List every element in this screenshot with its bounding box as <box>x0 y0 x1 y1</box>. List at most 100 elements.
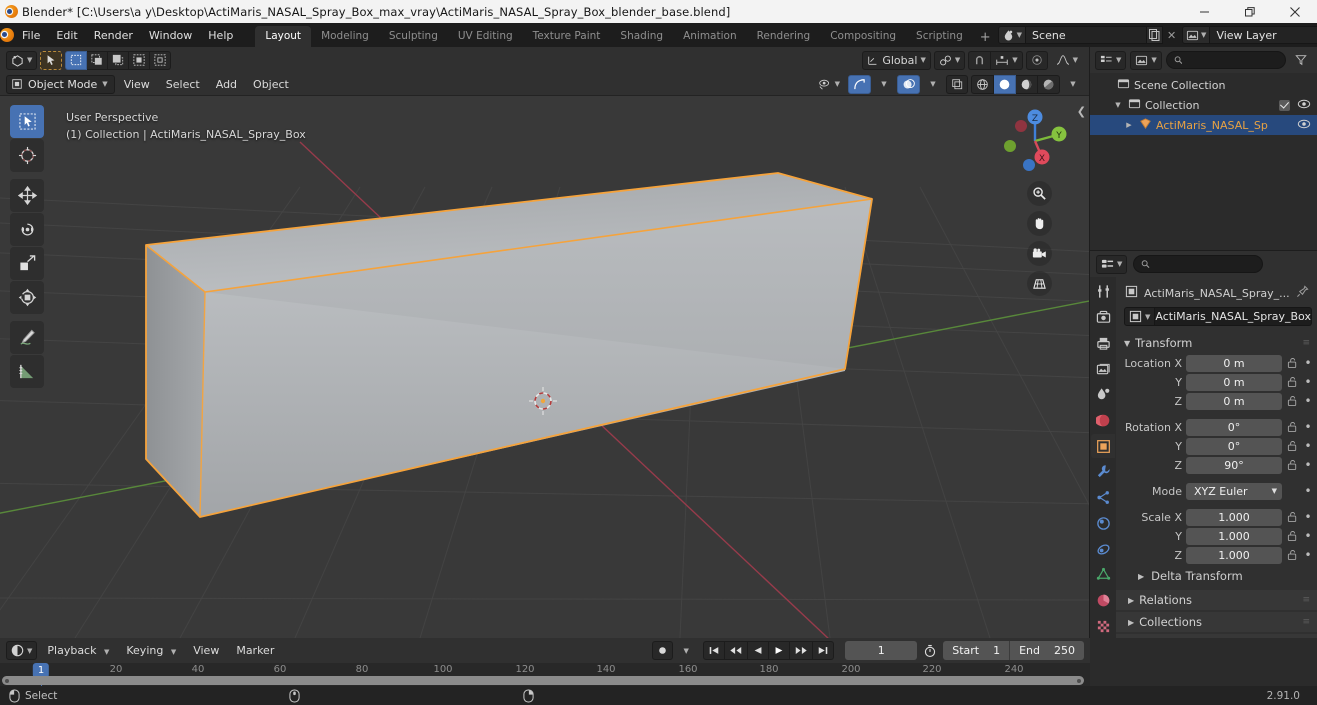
animate-dot-icon[interactable]: • <box>1303 421 1313 433</box>
current-frame-field[interactable]: 1 <box>845 641 918 660</box>
outliner-row-object[interactable]: ▶ ActiMaris_NASAL_Sp <box>1090 115 1317 135</box>
tool-scale-icon[interactable] <box>10 247 44 280</box>
texture-icon[interactable] <box>1091 614 1115 638</box>
scene-icon[interactable]: ▼ <box>997 26 1027 44</box>
output-icon[interactable] <box>1091 331 1115 355</box>
tool-transform-icon[interactable] <box>10 281 44 314</box>
shading-material-preview-icon[interactable] <box>1016 74 1038 94</box>
physics-icon[interactable] <box>1091 511 1115 535</box>
shading-wireframe-icon[interactable] <box>971 74 994 94</box>
menu-render[interactable]: Render <box>86 26 141 45</box>
tab-scripting[interactable]: Scripting <box>906 26 973 47</box>
scale-y-field[interactable]: 1.000 <box>1186 527 1282 545</box>
viewport-menu-add[interactable]: Add <box>209 76 244 93</box>
camera-view-icon[interactable] <box>1027 241 1052 266</box>
close-icon[interactable] <box>1272 0 1317 23</box>
panel-relations-header[interactable]: ▶ Relations ≡ <box>1116 590 1317 610</box>
zoom-icon[interactable] <box>1027 181 1052 206</box>
animate-dot-icon[interactable]: • <box>1303 440 1313 452</box>
tab-modeling[interactable]: Modeling <box>311 26 379 47</box>
select-invert-icon[interactable] <box>129 50 151 70</box>
lock-icon[interactable] <box>1286 459 1299 471</box>
material-icon[interactable] <box>1091 589 1115 613</box>
menu-file[interactable]: File <box>14 26 48 45</box>
proportional-editing-icon[interactable] <box>1025 50 1048 70</box>
auto-keyframe-icon[interactable] <box>652 641 674 660</box>
select-subtract-icon[interactable] <box>108 50 130 70</box>
transform-orientation-selector[interactable]: Global ▼ <box>862 50 931 70</box>
expand-triangle-icon[interactable]: ▶ <box>1123 121 1135 129</box>
view-layer-icon[interactable] <box>1091 357 1115 381</box>
timeline-editor[interactable]: ▼ Playback ▼ Keying ▼ View Marker ▼ 1 St… <box>0 638 1090 686</box>
viewport-menu-select[interactable]: Select <box>159 76 207 93</box>
outliner-filter-icon[interactable] <box>1290 51 1312 70</box>
pan-hand-icon[interactable] <box>1027 211 1052 236</box>
shading-rendered-icon[interactable] <box>1038 74 1060 94</box>
view-layer-name[interactable]: View Layer <box>1210 26 1317 44</box>
viewport-menu-object[interactable]: Object <box>246 76 296 93</box>
jump-to-end-icon[interactable] <box>813 641 835 660</box>
tab-sculpting[interactable]: Sculpting <box>379 26 448 47</box>
show-overlays-icon[interactable] <box>897 74 920 94</box>
panel-delta-transform-header[interactable]: ▶ Delta Transform <box>1116 565 1317 587</box>
tab-animation[interactable]: Animation <box>673 26 747 47</box>
modifier-icon[interactable] <box>1091 460 1115 484</box>
tool-cursor-icon[interactable] <box>10 139 44 172</box>
panel-transform-header[interactable]: ▼ Transform ≡ <box>1116 333 1317 353</box>
properties-editor[interactable]: ▼ ActiMaris_NASAL_Spray_... ▼ ActiMaris_… <box>1090 251 1317 638</box>
properties-search-input[interactable] <box>1133 255 1264 273</box>
lock-icon[interactable] <box>1286 440 1299 452</box>
tool-tweak-select-icon[interactable] <box>10 105 44 138</box>
keying-dropdown-icon[interactable]: ▼ <box>676 641 696 660</box>
timeline-menu-view[interactable]: View <box>186 642 226 659</box>
eye-icon[interactable] <box>1297 118 1311 133</box>
jump-to-start-icon[interactable] <box>703 641 726 660</box>
rotation-y-field[interactable]: 0° <box>1186 437 1282 455</box>
pin-icon[interactable] <box>1296 285 1309 301</box>
lock-icon[interactable] <box>1286 549 1299 561</box>
tool-measure-icon[interactable] <box>10 355 44 388</box>
snap-target-icon[interactable]: ▼ <box>933 50 966 70</box>
snap-magnet-icon[interactable] <box>968 50 992 70</box>
viewport-menu-view[interactable]: View <box>117 76 157 93</box>
timeline-menu-playback[interactable]: Playback ▼ <box>40 642 116 659</box>
interaction-mode-selector[interactable]: Object Mode ▼ <box>6 74 115 94</box>
toggle-perspective-icon[interactable] <box>1027 271 1052 296</box>
tab-rendering[interactable]: Rendering <box>747 26 821 47</box>
snap-increment-icon[interactable]: ▼ <box>991 50 1023 70</box>
timeline-menu-keying[interactable]: Keying ▼ <box>119 642 183 659</box>
view-layer-icon[interactable]: ▼ <box>1182 26 1211 44</box>
select-extend-icon[interactable] <box>87 50 109 70</box>
lock-icon[interactable] <box>1286 511 1299 523</box>
sidebar-collapse-icon[interactable]: ❮ <box>1077 105 1086 118</box>
editor-type-icon[interactable]: ▼ <box>6 50 38 70</box>
animate-dot-icon[interactable]: • <box>1303 549 1313 561</box>
add-workspace-button[interactable]: + <box>973 28 998 47</box>
eye-icon[interactable] <box>1297 98 1311 113</box>
timeline-menu-marker[interactable]: Marker <box>229 642 281 659</box>
new-scene-icon[interactable] <box>1146 26 1164 44</box>
blender-menu-icon[interactable] <box>0 28 14 42</box>
animate-dot-icon[interactable]: • <box>1303 485 1313 497</box>
timeline-scrollbar[interactable] <box>2 676 1084 685</box>
next-keyframe-icon[interactable] <box>790 641 814 660</box>
menu-window[interactable]: Window <box>141 26 200 45</box>
scene-name[interactable]: Scene <box>1026 26 1147 44</box>
end-frame-field[interactable]: End 250 <box>1010 641 1084 660</box>
animate-dot-icon[interactable]: • <box>1303 530 1313 542</box>
rotation-mode-select[interactable]: XYZ Euler ▼ <box>1186 482 1282 500</box>
play-icon[interactable] <box>769 641 791 660</box>
viewport-3d[interactable]: ▼ Global ▼ ▼ ▼ ▼ Object Mode ▼ View Sele… <box>0 47 1089 638</box>
scale-z-field[interactable]: 1.000 <box>1186 546 1282 564</box>
expand-triangle-icon[interactable]: ▼ <box>1112 101 1124 109</box>
animate-dot-icon[interactable]: • <box>1303 376 1313 388</box>
object-data-icon[interactable] <box>1091 563 1115 587</box>
object-name-field[interactable]: ActiMaris_NASAL_Spray_Box <box>1155 307 1312 326</box>
tool-annotate-icon[interactable] <box>10 321 44 354</box>
outliner-editor-type-icon[interactable]: ▼ <box>1095 50 1127 70</box>
gizmo-dropdown-icon[interactable]: ▼ <box>874 75 894 94</box>
menu-help[interactable]: Help <box>200 26 241 45</box>
panel-collections-header[interactable]: ▶ Collections ≡ <box>1116 612 1317 632</box>
lock-icon[interactable] <box>1286 395 1299 407</box>
overlays-dropdown-icon[interactable]: ▼ <box>923 75 943 94</box>
